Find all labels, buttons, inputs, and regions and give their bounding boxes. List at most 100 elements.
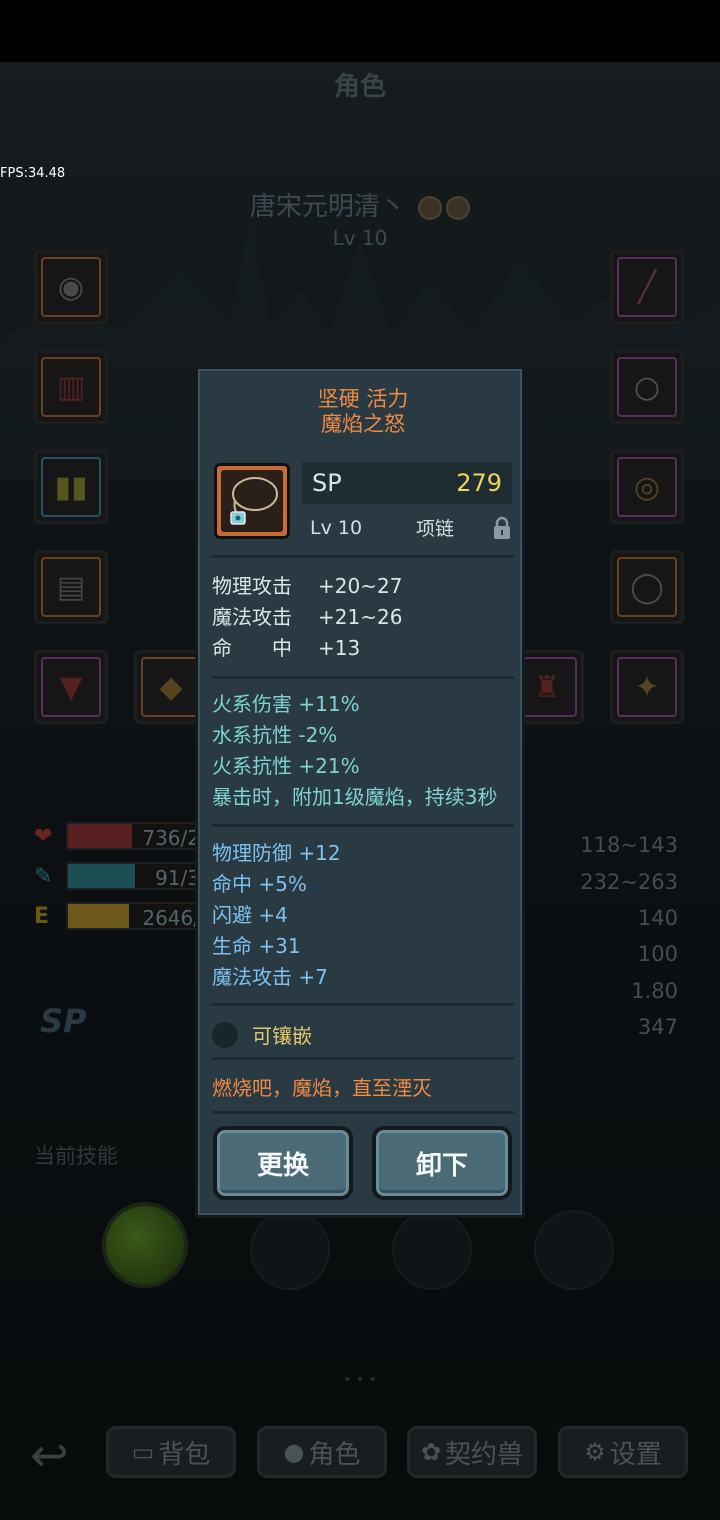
- slot-bracelet[interactable]: ◎: [610, 450, 684, 524]
- character-level: Lv 10: [332, 226, 388, 250]
- slot-hood[interactable]: ◉: [34, 250, 108, 324]
- mp-bar: 91/3: [66, 862, 206, 890]
- slot-boots[interactable]: ▮▮: [34, 450, 108, 524]
- gear-icon: ⚙: [584, 1438, 606, 1466]
- nav-character-label: 角色: [308, 1439, 361, 1470]
- slot-shield[interactable]: ✦: [610, 650, 684, 724]
- title-badge-icon[interactable]: [418, 195, 443, 220]
- divider: [212, 824, 514, 827]
- character-name: 唐宋元明清丶: [249, 192, 406, 222]
- exp-icon: E: [34, 904, 50, 929]
- bonus-stat: 魔法攻击 +7: [212, 965, 328, 989]
- exp-bar-fill: [68, 904, 130, 928]
- stat-value: 1.80: [631, 979, 678, 1003]
- page-indicator: • • •: [343, 1372, 377, 1388]
- unequip-button[interactable]: 卸下: [372, 1126, 512, 1200]
- stat-value: 347: [637, 1015, 678, 1039]
- status-bar: [0, 0, 720, 62]
- item-level: Lv 10: [310, 516, 363, 539]
- heart-icon: ❤: [34, 824, 53, 849]
- necklace-icon: [214, 463, 290, 539]
- back-arrow-icon[interactable]: ↩: [30, 1428, 69, 1482]
- item-title: 坚硬 活力 魔焰之怒: [198, 387, 528, 437]
- special-stat: 暴击时，附加1级魔焰，持续3秒: [212, 785, 498, 809]
- slot-necklace[interactable]: ◯: [610, 550, 684, 624]
- divider: [212, 676, 514, 679]
- character-icon: ●: [283, 1438, 305, 1466]
- slot-ring[interactable]: ○: [610, 350, 684, 424]
- paw-icon: ✿: [420, 1438, 442, 1466]
- current-skills-title: 当前技能: [34, 1144, 118, 1168]
- hood-icon: ◉: [57, 269, 85, 305]
- exp-text: 2646/: [142, 906, 200, 930]
- slot-bracer[interactable]: ▤: [34, 550, 108, 624]
- item-flavor-text: 燃烧吧，魔焰，直至湮灭: [212, 1076, 432, 1100]
- item-detail-popup: 坚硬 活力 魔焰之怒 SP 279 Lv 10 项链 物理攻击 +20~27 魔法…: [195, 366, 525, 1218]
- bonus-stat: 命中 +5%: [212, 872, 307, 896]
- hp-bar-fill: [68, 824, 132, 848]
- weapon-icon: ╱: [637, 269, 657, 305]
- fps-counter: FPS:34.48: [0, 166, 66, 181]
- armor-icon: ▥: [56, 369, 86, 405]
- sp-key: SP: [312, 469, 342, 497]
- slot-cape[interactable]: ▼: [34, 650, 108, 724]
- nav-character-button[interactable]: ● 角色: [257, 1426, 387, 1478]
- divider: [212, 1057, 514, 1060]
- special-stat: 火系抗性 +21%: [212, 754, 360, 778]
- mp-bar-fill: [68, 864, 135, 888]
- nav-pet-button[interactable]: ✿ 契约兽: [407, 1426, 537, 1478]
- bag-icon: ▭: [131, 1438, 155, 1466]
- character-name-row: 唐宋元明清丶: [0, 186, 720, 223]
- lock-icon[interactable]: [492, 516, 512, 540]
- nav-settings-button[interactable]: ⚙ 设置: [558, 1426, 688, 1478]
- bracelet-icon: ◎: [633, 469, 661, 505]
- item-meta-row: Lv 10 项链: [310, 514, 512, 541]
- stat-value: 100: [637, 942, 678, 966]
- base-stat-row: 命 中 +13: [212, 636, 361, 660]
- screen-title: 角色: [333, 72, 386, 102]
- shield-icon: ✦: [634, 669, 660, 705]
- stat-value: 118~143: [580, 833, 678, 857]
- nav-bag-label: 背包: [158, 1439, 211, 1470]
- skill-slot-2[interactable]: [250, 1210, 330, 1290]
- bonus-stat: 闪避 +4: [212, 903, 288, 927]
- empty-socket-icon: [212, 1021, 238, 1048]
- mana-icon: ✎: [34, 864, 53, 889]
- skill-slot-3[interactable]: [392, 1210, 472, 1290]
- mp-text: 91/3: [155, 866, 200, 890]
- socket-row: 可镶嵌: [212, 1020, 312, 1049]
- bonus-stat: 物理防御 +12: [212, 841, 341, 865]
- skill-slot-4[interactable]: [534, 1210, 614, 1290]
- special-stat: 火系伤害 +11%: [212, 692, 360, 716]
- exp-bar: 2646/: [66, 902, 206, 930]
- hp-text: 736/2: [142, 826, 200, 850]
- base-stat-row: 物理攻击 +20~27: [212, 574, 403, 598]
- divider: [212, 1003, 514, 1006]
- stat-value: 140: [637, 906, 678, 930]
- ring-icon: ○: [633, 369, 661, 405]
- slot-weapon[interactable]: ╱: [610, 250, 684, 324]
- sp-label: SP: [40, 1002, 87, 1040]
- cape-icon: ▼: [59, 669, 83, 705]
- sp-value: 279: [456, 469, 502, 497]
- item-name: 魔焰之怒: [321, 412, 405, 436]
- replace-button[interactable]: 更换: [213, 1126, 353, 1200]
- special-stat: 水系抗性 -2%: [212, 723, 338, 747]
- divider: [212, 555, 514, 558]
- item-slot-type: 项链: [416, 518, 455, 540]
- bracer-icon: ▤: [56, 569, 86, 605]
- boots-icon: ▮▮: [54, 469, 88, 505]
- stat-value: 232~263: [580, 870, 678, 894]
- rank-badge-icon[interactable]: [446, 195, 471, 220]
- nav-bag-button[interactable]: ▭ 背包: [106, 1426, 236, 1478]
- slot-armor[interactable]: ▥: [34, 350, 108, 424]
- necklace-icon: ◯: [630, 569, 664, 605]
- nav-pet-label: 契约兽: [445, 1439, 524, 1470]
- nav-settings-label: 设置: [609, 1439, 662, 1470]
- skill-slot-1[interactable]: [102, 1202, 188, 1288]
- hp-bar: 736/2: [66, 822, 206, 850]
- item-affixes: 坚硬 活力: [317, 387, 409, 411]
- base-stat-row: 魔法攻击 +21~26: [212, 605, 403, 629]
- bonus-stat: 生命 +31: [212, 934, 301, 958]
- item-sp-row: SP 279: [302, 462, 512, 504]
